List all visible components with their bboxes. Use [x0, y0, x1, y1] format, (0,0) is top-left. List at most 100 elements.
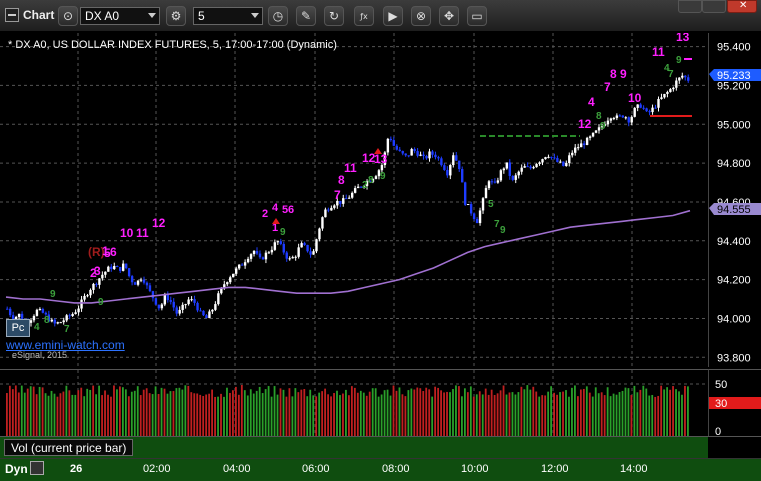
candle-body — [6, 308, 9, 310]
volume-bar — [6, 393, 8, 437]
link-icon[interactable]: ⊙ — [58, 6, 78, 26]
candle-body — [609, 118, 613, 121]
volume-bar — [74, 394, 77, 437]
volume-bar — [559, 392, 561, 437]
dyn-label[interactable]: Dyn — [5, 462, 28, 476]
candle-body — [130, 276, 134, 283]
candle-body — [487, 181, 491, 189]
candle-body — [77, 308, 80, 313]
volume-bar — [312, 395, 315, 437]
volume-bar — [92, 385, 95, 437]
volume-bar — [270, 396, 273, 437]
pc-badge[interactable]: Pc — [6, 319, 30, 337]
volume-bar — [532, 386, 535, 437]
replay-icon[interactable]: ▶ — [383, 6, 403, 26]
volume-bar — [264, 389, 267, 437]
volume-bar — [110, 396, 112, 437]
candle-body — [469, 204, 473, 214]
volume-axis: 50 30 0 — [708, 369, 761, 438]
formula-icon[interactable]: ƒx — [354, 6, 374, 26]
tools-icon[interactable]: ✥ — [439, 6, 459, 26]
time-axis[interactable]: Dyn 26 02:00 04:00 06:00 08:00 10:00 12:… — [0, 458, 761, 481]
candle-body — [68, 315, 71, 317]
symbol-input[interactable]: DX A0 — [80, 7, 160, 25]
volume-caption-bar: Vol (current price bar) — [0, 436, 708, 458]
volume-pane[interactable] — [0, 369, 708, 437]
volume-bar — [151, 394, 154, 437]
volume-bar — [389, 395, 392, 437]
candle-body — [517, 171, 520, 176]
volume-bar — [237, 394, 240, 437]
candle-body — [139, 279, 143, 281]
close-button[interactable]: ✕ — [727, 0, 757, 13]
volume-bar — [437, 387, 440, 437]
volume-bar — [576, 396, 579, 437]
setup-count-label: 11 — [652, 45, 665, 59]
volume-bar — [309, 389, 312, 437]
candle-body — [443, 165, 446, 170]
volume-bar — [217, 396, 219, 437]
time-template-icon[interactable]: ◷ — [268, 6, 288, 26]
volume-bar — [365, 395, 368, 437]
price-tick-label: 95.200 — [717, 80, 751, 92]
candle-body — [267, 252, 271, 254]
volume-bar — [95, 394, 98, 437]
candle-body — [440, 158, 443, 166]
price-tick-label: 94.000 — [717, 313, 751, 325]
chevron-down-icon — [148, 13, 156, 18]
volume-bar — [520, 386, 523, 437]
volume-bar — [648, 395, 651, 437]
candle-body — [187, 299, 190, 305]
maximize-button[interactable] — [702, 0, 726, 13]
volume-bar — [243, 390, 246, 437]
minimize-button[interactable] — [678, 0, 702, 13]
volume-study-label[interactable]: Vol (current price bar) — [4, 439, 134, 456]
candle-body — [32, 315, 36, 321]
dyn-settings-icon[interactable] — [30, 461, 44, 475]
volume-bar — [654, 396, 657, 437]
setup-count-label: 12 — [152, 216, 166, 230]
volume-bar — [255, 390, 258, 437]
candle-body — [612, 118, 616, 120]
volume-bar — [392, 385, 395, 437]
countdown-label: 9 — [676, 55, 682, 66]
candle-body — [303, 243, 306, 245]
price-axis[interactable]: 95.400 95.200 95.000 94.800 94.600 94.400 94.2… — [708, 33, 761, 367]
candle-body — [181, 304, 184, 310]
candle-body — [449, 165, 452, 176]
candle-body — [502, 168, 506, 171]
candle-body — [291, 257, 294, 259]
brand-link[interactable]: www.emini-watch.com — [6, 338, 125, 352]
message-icon[interactable]: ▭ — [467, 6, 487, 26]
candle-body — [160, 304, 164, 309]
volume-bar — [675, 389, 677, 437]
volume-bar — [514, 394, 517, 437]
candle-body — [630, 116, 633, 123]
candle-body — [29, 320, 33, 323]
cursor-icon[interactable]: ↻ — [324, 6, 344, 26]
interval-settings-icon[interactable]: ⚙ — [166, 6, 186, 26]
volume-bar — [205, 394, 208, 437]
candle-body — [538, 162, 541, 164]
candle-body — [579, 143, 583, 148]
candle-body — [615, 115, 619, 119]
candle-body — [318, 228, 321, 240]
candle-body — [193, 299, 196, 303]
volume-bar — [121, 387, 124, 437]
volume-bar — [8, 385, 11, 437]
volume-bar — [172, 391, 175, 437]
countdown-label: 4 — [34, 322, 40, 333]
volume-bar — [199, 394, 202, 437]
volume-bar — [353, 387, 356, 437]
countdown-label: 9 — [50, 289, 56, 300]
volume-bar — [490, 389, 493, 437]
candle-body — [437, 157, 440, 159]
studies-icon[interactable]: ⊗ — [411, 6, 431, 26]
price-chart[interactable]: (R) 1 2 3 5 6 10 11 12 2 4 5 6 1 7 8 11 12 13 12 4 7 8 9 10 11 13 9… — [0, 30, 708, 367]
interval-input[interactable]: 5 — [193, 7, 263, 25]
volume-bar — [618, 392, 621, 437]
countdown-label: 9 — [600, 121, 606, 132]
volume-bar — [431, 396, 434, 437]
time-label-1400: 14:00 — [620, 463, 648, 475]
draw-tools-icon[interactable]: ✎ — [296, 6, 316, 26]
